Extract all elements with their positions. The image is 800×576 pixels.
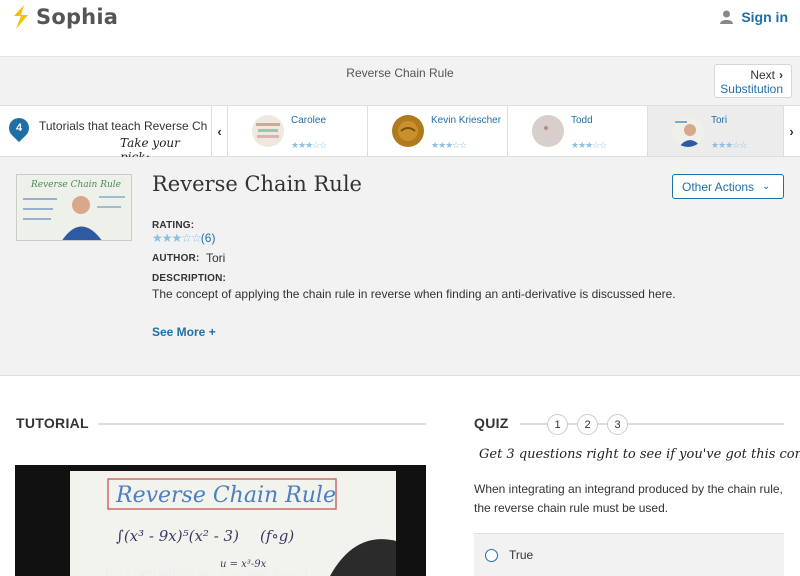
other-actions-dropdown[interactable]: Other Actions ⌄ <box>672 174 784 199</box>
tutor-name: Carolee <box>291 115 327 126</box>
lesson-title: Reverse Chain Rule <box>346 66 454 80</box>
rating-count: (6) <box>200 231 216 245</box>
tutorial-card-tori[interactable]: Tori ★★★☆☆ <box>647 106 783 156</box>
rating-label: RATING: <box>152 220 195 231</box>
sign-in-label: Sign in <box>741 9 788 25</box>
tutorial-card-carolee[interactable]: Carolee ★★★☆☆ <box>227 106 367 156</box>
tutor-name: Todd <box>571 115 593 126</box>
see-more-link[interactable]: See More + <box>152 325 216 339</box>
other-actions-label: Other Actions <box>682 179 755 194</box>
rating-value[interactable]: ★★★☆☆(6) <box>152 231 215 245</box>
quiz-question-2[interactable]: 2 <box>577 414 598 435</box>
svg-text:Reverse Chain Rule: Reverse Chain Rule <box>30 180 121 190</box>
tutorial-thumbnail[interactable]: Reverse Chain Rule <box>16 174 132 241</box>
video-player[interactable]: Reverse Chain Rule ∫(x³ - 9x)⁵(x² - 3) (… <box>15 465 426 576</box>
video-error-message: No compatible source was found <box>105 565 309 576</box>
chevron-right-icon: › <box>779 68 783 82</box>
tutor-avatar <box>532 115 564 147</box>
quiz-question-1[interactable]: 1 <box>547 414 568 435</box>
tutor-name: Kevin Kriescher <box>431 115 502 126</box>
chevron-down-icon: ⌄ <box>762 181 771 192</box>
tutorial-count-badge: 4 <box>4 113 34 143</box>
tutorial-detail-panel: Reverse Chain Rule Reverse Chain Rule Ot… <box>0 157 800 376</box>
brand-name: Sophia <box>36 5 119 29</box>
description-text: The concept of applying the chain rule i… <box>152 287 676 301</box>
tutor-avatar <box>252 115 284 147</box>
tutorial-card-todd[interactable]: Todd ★★★☆☆ <box>507 106 647 156</box>
tutorial-card-kevin-kriescher[interactable]: Kevin Kriescher ★★★☆☆ <box>367 106 507 156</box>
tutorial-heading-rule <box>98 423 426 425</box>
top-navbar: Sophia Sign in <box>0 0 800 57</box>
user-icon <box>720 10 734 24</box>
tutor-avatar <box>672 115 704 147</box>
tutorials-strip: 4 Tutorials that teach Reverse Ch Take y… <box>0 105 800 164</box>
author-name: Tori <box>206 251 226 265</box>
tutor-rating-stars: ★★★☆☆ <box>711 140 747 150</box>
tutor-name: Tori <box>711 115 728 126</box>
svg-text:∫(x³ - 9x)⁵(x² - 3): ∫(x³ - 9x)⁵(x² - 3) <box>116 527 239 545</box>
tutor-rating-stars: ★★★☆☆ <box>291 140 327 150</box>
tutor-rating-stars: ★★★☆☆ <box>431 140 467 150</box>
carousel-prev-arrow[interactable]: ‹ <box>211 106 227 156</box>
sophia-logo[interactable]: Sophia <box>10 4 118 30</box>
sign-in-button[interactable]: Sign in <box>720 9 788 25</box>
tutorials-label: Tutorials that teach Reverse Ch <box>39 119 208 133</box>
tutorials-summary: 4 Tutorials that teach Reverse Ch Take y… <box>0 106 212 164</box>
quiz-question-text: When integrating an integrand produced b… <box>474 482 783 515</box>
sophia-logo-icon <box>14 5 28 29</box>
radio-button[interactable] <box>485 549 498 562</box>
next-label: Next <box>750 68 775 82</box>
quiz-heading: QUIZ <box>474 415 509 431</box>
svg-text:(f∘g): (f∘g) <box>260 527 294 545</box>
video-frame: Reverse Chain Rule ∫(x³ - 9x)⁵(x² - 3) (… <box>70 471 396 576</box>
next-lesson-button[interactable]: Next › Substitution <box>714 64 792 98</box>
rating-stars: ★★★☆☆ <box>152 231 202 245</box>
tutor-rating-stars: ★★★☆☆ <box>571 140 607 150</box>
author-label: AUTHOR: <box>152 253 200 264</box>
answer-label: True <box>509 548 534 562</box>
quiz-question-3[interactable]: 3 <box>607 414 628 435</box>
carousel-next-arrow[interactable]: › <box>783 106 799 156</box>
quiz-prompt: Get 3 questions right to see if you've g… <box>479 447 800 462</box>
lesson-title-strip: Reverse Chain Rule Next › Substitution <box>0 57 800 106</box>
tutorial-heading: TUTORIAL <box>16 415 89 431</box>
svg-text:Reverse Chain Rule: Reverse Chain Rule <box>115 483 336 508</box>
next-lesson-target: Substitution <box>720 82 783 96</box>
answer-option-true[interactable]: True <box>474 533 784 576</box>
description-label: DESCRIPTION: <box>152 273 227 284</box>
tutorial-title: Reverse Chain Rule <box>152 172 362 196</box>
tutor-avatar <box>392 115 424 147</box>
